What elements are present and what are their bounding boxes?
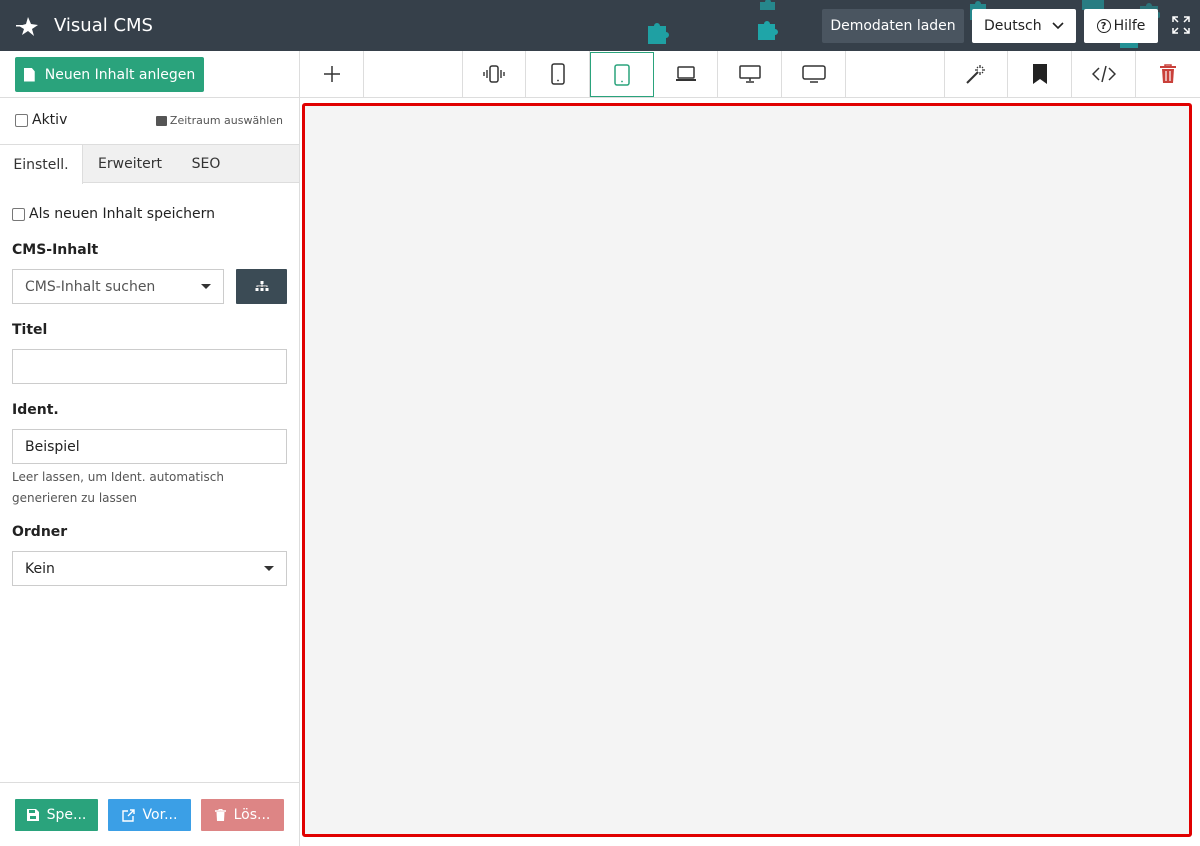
title-label: Titel — [12, 322, 48, 338]
sitemap-icon — [255, 280, 268, 291]
toolbar-left: Neuen Inhalt anlegen — [0, 51, 300, 98]
load-demo-data-button[interactable]: Demodaten laden — [822, 9, 964, 43]
floppy-icon — [26, 809, 39, 821]
plus-icon — [323, 66, 340, 82]
language-value: Deutsch — [984, 18, 1042, 34]
bookmark-button[interactable] — [1008, 51, 1072, 97]
tab-settings[interactable]: Einstell. — [0, 145, 83, 184]
title-input[interactable] — [12, 349, 287, 384]
tablet-icon — [614, 63, 630, 86]
code-icon — [1091, 65, 1116, 83]
delete-element-button[interactable] — [1136, 51, 1200, 97]
active-checkbox[interactable] — [15, 113, 28, 127]
help-button[interactable]: ? Hilfe — [1084, 9, 1158, 43]
cms-content-placeholder: CMS-Inhalt suchen — [25, 278, 156, 295]
preview-frame[interactable] — [302, 103, 1192, 837]
code-button[interactable] — [1072, 51, 1136, 97]
device-tablet-button[interactable] — [590, 52, 654, 97]
chevron-down-icon — [1052, 22, 1064, 30]
ident-help-text: Leer lassen, um Ident. automatisch gener… — [12, 470, 224, 505]
add-element-button[interactable] — [300, 51, 364, 97]
mobile-icon — [550, 63, 565, 85]
period-select-link[interactable]: Zeitraum auswählen — [155, 114, 283, 127]
save-as-new-label: Als neuen Inhalt speichern — [29, 206, 216, 222]
device-toolbar — [300, 51, 1200, 98]
preview-button[interactable]: Vor... — [108, 799, 191, 831]
sitemap-button[interactable] — [236, 269, 287, 304]
save-as-new-checkbox[interactable] — [12, 207, 25, 221]
sidebar-footer: Spe... Vor... Lös... — [0, 782, 299, 846]
magic-wand-button[interactable] — [944, 51, 1008, 97]
magic-wand-icon — [966, 65, 985, 84]
laptop-icon — [675, 66, 696, 81]
brand[interactable]: Visual CMS — [16, 0, 153, 51]
question-icon: ? — [1096, 19, 1111, 33]
fullscreen-icon[interactable] — [1172, 16, 1190, 34]
device-laptop-button[interactable] — [654, 51, 718, 97]
settings-sidebar: Aktiv Zeitraum auswählen Einstell. Erwei… — [0, 98, 300, 846]
logo-icon — [16, 16, 38, 36]
delete-button[interactable]: Lös... — [201, 799, 284, 831]
trash-icon — [1160, 64, 1176, 83]
save-button[interactable]: Spe... — [15, 799, 98, 831]
folder-value: Kein — [25, 560, 55, 577]
language-select[interactable]: Deutsch — [972, 9, 1076, 43]
new-content-label: Neuen Inhalt anlegen — [44, 66, 196, 83]
bookmark-icon — [1032, 64, 1047, 84]
tab-advanced[interactable]: Erweitert — [88, 145, 172, 183]
tv-icon — [801, 65, 826, 83]
ident-label: Ident. — [12, 402, 59, 418]
caret-down-icon — [201, 284, 211, 289]
device-vibrate-button[interactable] — [462, 51, 526, 97]
editor-canvas — [300, 98, 1200, 846]
new-content-button[interactable]: Neuen Inhalt anlegen — [15, 57, 204, 92]
app-header: Visual CMS Demodaten laden Deutsch ? Hil… — [0, 0, 1200, 51]
help-label: Hilfe — [1113, 18, 1146, 34]
caret-down-icon — [264, 566, 274, 571]
folder-select[interactable]: Kein — [12, 551, 287, 586]
app-title: Visual CMS — [54, 15, 153, 36]
cms-content-label: CMS-Inhalt — [12, 242, 99, 258]
document-icon — [23, 67, 35, 82]
external-link-icon — [121, 808, 135, 822]
calendar-icon — [155, 115, 167, 126]
device-mobile-button[interactable] — [526, 51, 590, 97]
vibrate-icon — [483, 65, 505, 83]
period-label: Zeitraum auswählen — [169, 114, 283, 127]
device-desktop-button[interactable] — [718, 51, 782, 97]
desktop-icon — [738, 65, 761, 83]
folder-label: Ordner — [12, 524, 68, 540]
active-checkbox-row[interactable]: Aktiv — [15, 112, 67, 128]
active-label: Aktiv — [32, 112, 68, 128]
device-tv-button[interactable] — [782, 51, 846, 97]
save-as-new-row[interactable]: Als neuen Inhalt speichern — [12, 206, 215, 222]
ident-input[interactable]: Beispiel — [12, 429, 287, 464]
preview-label: Vor... — [142, 807, 178, 823]
trash-icon — [214, 809, 226, 821]
tab-seo[interactable]: SEO — [180, 145, 232, 183]
delete-label: Lös... — [233, 807, 271, 823]
sidebar-tabs: Einstell. Erweitert SEO — [0, 144, 299, 184]
cms-content-select[interactable]: CMS-Inhalt suchen — [12, 269, 224, 304]
save-label: Spe... — [46, 807, 87, 823]
